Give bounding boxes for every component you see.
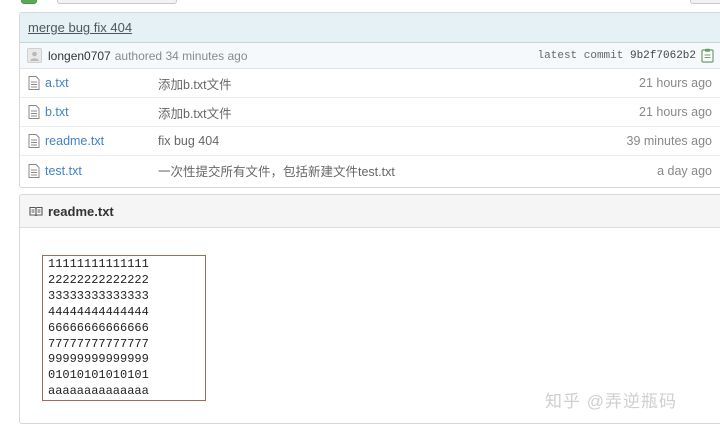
commit-time: authored 34 minutes ago: [114, 48, 248, 63]
top-secondary-button[interactable]: [57, 0, 177, 4]
code-line: aaaaaaaaaaaaaa: [48, 384, 149, 399]
commit-author[interactable]: longen0707: [48, 49, 111, 63]
code-line: 01010101010101: [48, 368, 149, 383]
file-commit-message[interactable]: 添加b.txt文件: [158, 103, 232, 122]
top-action-button[interactable]: [21, 0, 37, 4]
file-row[interactable]: b.txt 添加b.txt文件 21 hours ago: [20, 98, 720, 127]
file-name[interactable]: readme.txt: [45, 134, 163, 148]
readme-title: readme.txt: [48, 203, 114, 219]
file-text-icon: [28, 76, 40, 90]
code-line: 22222222222222: [48, 272, 149, 287]
file-browser: merge bug fix 404 longen0707 authored 34…: [19, 12, 720, 188]
file-text-icon: [28, 105, 40, 119]
latest-commit-label: latest commit: [537, 50, 624, 62]
file-commit-message[interactable]: 一次性提交所有文件，包括新建文件test.txt: [158, 161, 395, 180]
code-line: 99999999999999: [48, 352, 149, 367]
commit-sha[interactable]: 9b2f7062b2: [630, 50, 696, 62]
file-text-icon: [28, 134, 40, 148]
file-row[interactable]: test.txt 一次性提交所有文件，包括新建文件test.txt a day …: [20, 156, 720, 185]
file-name[interactable]: b.txt: [45, 105, 163, 119]
top-right-button[interactable]: [690, 0, 720, 4]
file-row[interactable]: readme.txt fix bug 404 39 minutes ago: [20, 127, 720, 156]
code-line: 11111111111111: [48, 257, 149, 271]
code-line: 66666666666666: [48, 320, 149, 335]
file-commit-message[interactable]: 添加b.txt文件: [158, 74, 232, 93]
file-age: 39 minutes ago: [626, 134, 712, 148]
watermark: 知乎 @弄逆瓶码: [545, 392, 677, 411]
clipboard-icon[interactable]: [701, 48, 714, 63]
code-block: 11111111111111 22222222222222 3333333333…: [42, 255, 206, 401]
file-commit-message[interactable]: fix bug 404: [158, 134, 219, 148]
code-line: 33333333333333: [48, 288, 149, 303]
latest-commit: latest commit 9b2f7062b2: [538, 50, 696, 62]
file-name[interactable]: test.txt: [45, 164, 163, 178]
file-age: a day ago: [657, 163, 712, 178]
avatar-icon[interactable]: [27, 48, 42, 63]
commit-message-link[interactable]: merge bug fix 404: [28, 20, 132, 35]
file-name[interactable]: a.txt: [45, 76, 163, 90]
commit-title-bar: merge bug fix 404: [20, 13, 720, 43]
commit-meta-bar: longen0707 authored 34 minutes ago lates…: [20, 43, 720, 69]
book-icon: [29, 206, 43, 216]
code-line: 44444444444444: [48, 304, 149, 319]
file-text-icon: [28, 163, 40, 178]
code-line: 77777777777777: [48, 336, 149, 351]
file-row[interactable]: a.txt 添加b.txt文件 21 hours ago: [20, 69, 720, 98]
readme-header: readme.txt: [20, 195, 720, 228]
file-age: 21 hours ago: [639, 105, 712, 119]
file-age: 21 hours ago: [639, 76, 712, 90]
